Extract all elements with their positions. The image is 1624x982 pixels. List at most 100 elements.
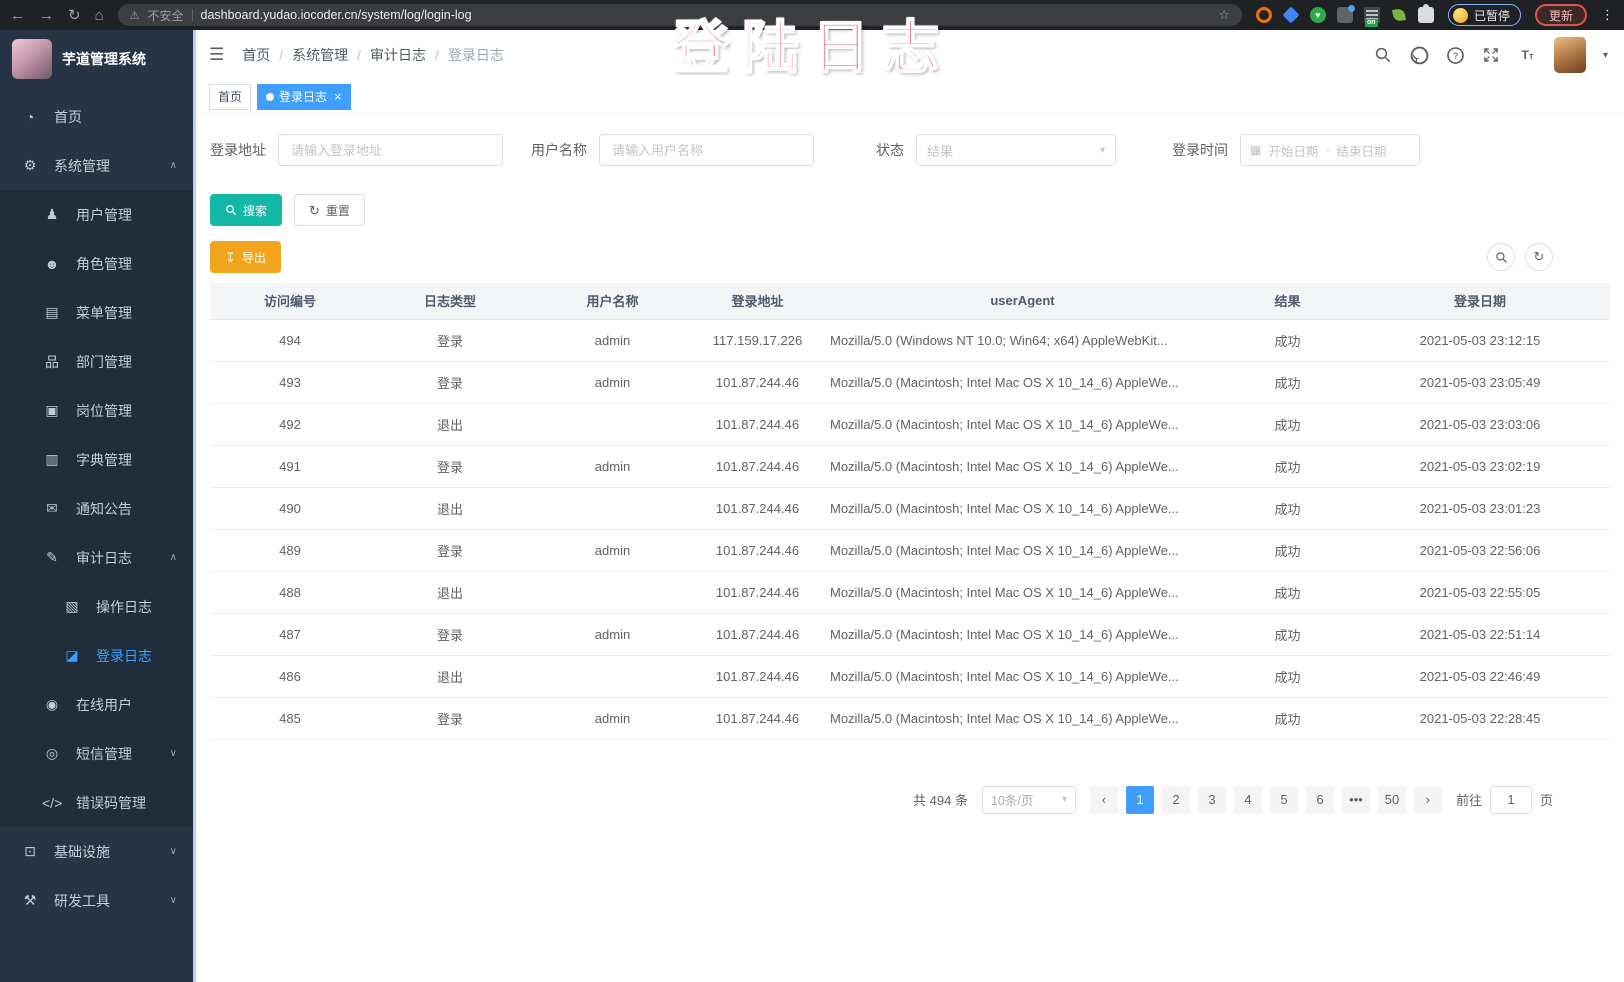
sidebar-item-user[interactable]: ♟用户管理 [0,190,193,239]
login-time-label: 登录时间 [1172,140,1228,160]
page-button[interactable]: 5 [1270,786,1298,814]
browser-forward-icon[interactable]: → [39,8,54,23]
sidebar-toggle-icon[interactable]: ☰ [209,45,224,65]
table-cell: 101.87.244.46 [695,655,820,697]
table-cell: 2021-05-03 22:51:14 [1350,613,1610,655]
next-page-button[interactable]: › [1414,786,1442,814]
extension-sprout-icon[interactable] [1391,7,1407,23]
toggle-search-button[interactable] [1487,243,1515,271]
address-bar-divider [192,9,193,21]
browser-menu-icon[interactable]: ⋮ [1601,7,1614,23]
scrollbar-thumb[interactable] [193,30,196,982]
tab-登录日志[interactable]: 登录日志 × [257,84,351,110]
search-icon[interactable] [1374,46,1393,65]
date-range-separator: - [1325,143,1329,157]
table-cell: 退出 [370,571,530,613]
chevron-down-icon[interactable]: ▾ [1603,50,1608,61]
address-bar[interactable]: ⚠ 不安全 dashboard.yudao.iocoder.cn/system/… [118,4,1242,26]
sidebar-item-role[interactable]: ☻角色管理 [0,239,193,288]
sidebar-item-login-log[interactable]: ◪登录日志 [0,631,193,680]
breadcrumb-item[interactable]: 系统管理 [292,45,348,65]
login-address-input[interactable] [278,134,503,166]
app-title: 芋道管理系统 [62,49,146,69]
tab-label: 登录日志 [279,88,327,105]
browser-back-icon[interactable]: ← [10,8,25,23]
sidebar-item-menu[interactable]: ▤菜单管理 [0,288,193,337]
table-cell: 登录 [370,613,530,655]
table-cell: Mozilla/5.0 (Macintosh; Intel Mac OS X 1… [820,445,1225,487]
app-logo[interactable]: 芋道管理系统 [0,30,193,88]
browser-home-icon[interactable]: ⌂ [95,8,104,23]
refresh-table-button[interactable]: ↻ [1525,243,1553,271]
sidebar-item-home[interactable]: ◔首页 [0,92,193,141]
status-select[interactable]: 结果 ▾ [916,134,1116,166]
fullscreen-icon[interactable] [1482,46,1501,65]
table-cell: 487 [210,613,370,655]
sidebar-item-error-code[interactable]: </>错误码管理 [0,778,193,827]
export-button[interactable]: ↧ 导出 [210,241,281,273]
table-cell [530,655,695,697]
dictionary-icon: ▥ [42,451,62,468]
extension-orange-icon[interactable] [1256,7,1272,23]
table-cell: 登录 [370,361,530,403]
page-more-button[interactable]: ••• [1342,786,1370,814]
extension-green-icon[interactable]: ♥ [1310,7,1326,23]
table-cell [530,571,695,613]
page-button[interactable]: 6 [1306,786,1334,814]
breadcrumb-item[interactable]: 审计日志 [370,45,426,65]
question-icon[interactable]: ? [1446,46,1465,65]
sidebar-item-sms[interactable]: ◎短信管理∨ [0,729,193,778]
table-cell: 485 [210,697,370,739]
sidebar-item-devtool[interactable]: ⚒研发工具∨ [0,876,193,925]
sidebar-item-post[interactable]: ▣岗位管理 [0,386,193,435]
sidebar-item-dept[interactable]: 品部门管理 [0,337,193,386]
goto-page-input[interactable] [1490,786,1532,814]
page-size-select[interactable]: 10条/页 ▾ [982,786,1076,814]
bookmark-star-icon[interactable]: ☆ [1218,7,1230,23]
username-input[interactable] [599,134,814,166]
tab-label: 首页 [218,88,242,105]
search-button[interactable]: 搜索 [210,194,282,226]
tab-首页[interactable]: 首页 [209,84,251,110]
status-label: 状态 [876,140,904,160]
navbar: ☰ 首页/系统管理/审计日志/登录日志 ? TT ▾ [193,30,1624,80]
page-button[interactable]: 50 [1378,786,1406,814]
page-button[interactable]: 2 [1162,786,1190,814]
extension-gem-icon[interactable] [1283,7,1299,23]
github-icon[interactable] [1410,46,1429,65]
user-avatar[interactable] [1554,37,1586,73]
reset-button[interactable]: ↻ 重置 [294,194,365,226]
sidebar-item-infra[interactable]: ⊡基础设施∨ [0,827,193,876]
profile-paused-badge[interactable]: 已暂停 [1448,4,1521,26]
users-icon: ☻ [42,256,62,272]
browser-update-button[interactable]: 更新 [1535,4,1587,26]
sidebar-item-operate-log[interactable]: ▧操作日志 [0,582,193,631]
font-size-icon[interactable]: TT [1518,46,1537,65]
column-header: 用户名称 [530,283,695,319]
sidebar-item-notice[interactable]: ✉通知公告 [0,484,193,533]
page-button[interactable]: 4 [1234,786,1262,814]
extension-list-icon[interactable]: on [1364,7,1380,23]
breadcrumb: 首页/系统管理/审计日志/登录日志 [242,45,504,65]
sidebar-item-audit[interactable]: ✎审计日志∧ [0,533,193,582]
browser-reload-icon[interactable]: ↻ [68,8,81,23]
table-cell: 成功 [1225,529,1350,571]
sidebar-item-system[interactable]: ⚙系统管理∧ [0,141,193,190]
extensions-puzzle-icon[interactable] [1418,7,1434,23]
table-cell: 成功 [1225,487,1350,529]
chevron-down-icon: ▾ [1100,145,1105,156]
page-button[interactable]: 1 [1126,786,1154,814]
prev-page-button[interactable]: ‹ [1090,786,1118,814]
breadcrumb-separator: / [279,47,283,63]
sidebar-item-online-user[interactable]: ◉在线用户 [0,680,193,729]
devtools-icon: ⚒ [20,892,40,909]
login-time-range-picker[interactable]: ▦ 开始日期 - 结束日期 [1240,134,1420,166]
sidebar-item-label: 在线用户 [76,695,132,715]
reset-button-label: 重置 [326,202,350,219]
close-icon[interactable]: × [334,90,342,103]
page-button[interactable]: 3 [1198,786,1226,814]
extension-grid-icon[interactable] [1337,7,1353,23]
sidebar-item-dict[interactable]: ▥字典管理 [0,435,193,484]
column-header: 结果 [1225,283,1350,319]
breadcrumb-item[interactable]: 首页 [242,45,270,65]
